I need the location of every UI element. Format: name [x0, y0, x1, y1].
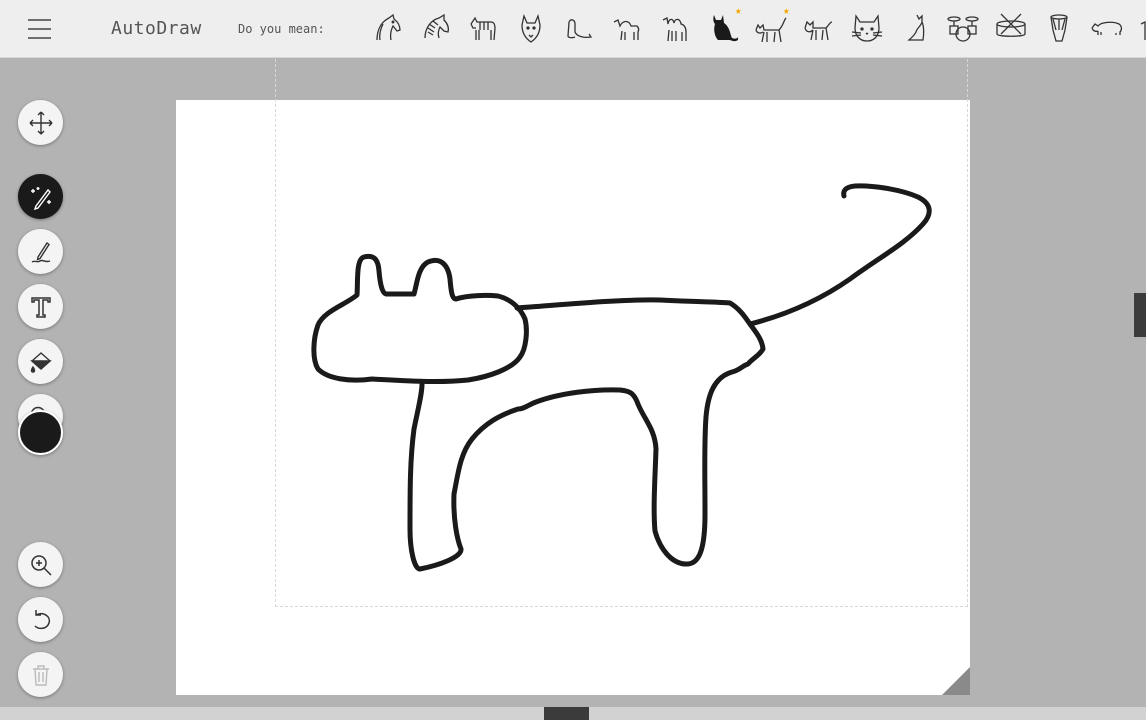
horizontal-scrollbar-thumb[interactable]	[544, 707, 589, 720]
autodraw-tool-icon[interactable]	[18, 174, 63, 219]
rhino-icon[interactable]	[1089, 10, 1125, 46]
drawing-paper[interactable]	[176, 100, 970, 695]
seal-icon[interactable]	[561, 10, 597, 46]
cat-outline-icon[interactable]	[801, 10, 837, 46]
zoom-in-icon[interactable]	[18, 542, 63, 587]
snare-drum-icon[interactable]	[993, 10, 1029, 46]
horse-head-icon[interactable]	[369, 10, 405, 46]
draw-tool-icon[interactable]	[18, 229, 63, 274]
color-picker-swatch[interactable]	[18, 410, 63, 455]
delete-icon[interactable]	[18, 652, 63, 697]
suggestions-label: Do you mean:	[238, 22, 325, 36]
canvas-area[interactable]	[0, 59, 1146, 707]
horizontal-scrollbar-track[interactable]	[0, 707, 1146, 720]
camel-icon[interactable]	[609, 10, 645, 46]
drum-kit-icon[interactable]	[945, 10, 981, 46]
hamburger-menu-icon[interactable]	[28, 19, 51, 39]
suggestion-strip: ★ ★	[352, 0, 1146, 58]
camel-two-hump-icon[interactable]	[657, 10, 693, 46]
cat-sitting-icon[interactable]	[897, 10, 933, 46]
type-tool-icon[interactable]	[18, 284, 63, 329]
move-tool-icon[interactable]	[18, 100, 63, 145]
djembe-drum-icon[interactable]	[1041, 10, 1077, 46]
zebra-head-icon[interactable]	[417, 10, 453, 46]
wolf-face-icon[interactable]	[513, 10, 549, 46]
vertical-scrollbar-thumb[interactable]	[1134, 293, 1146, 337]
partial-icon[interactable]	[1137, 10, 1146, 46]
cat-face-icon[interactable]	[849, 10, 885, 46]
zebra-icon[interactable]	[465, 10, 501, 46]
app-logo[interactable]: AutoDraw	[111, 18, 202, 39]
undo-icon[interactable]	[18, 597, 63, 642]
fill-tool-icon[interactable]	[18, 339, 63, 384]
featured-star-icon: ★	[735, 4, 742, 17]
top-bar: AutoDraw Do you mean: ★ ★	[0, 0, 1146, 58]
resize-corner-icon[interactable]	[942, 667, 970, 695]
featured-star-icon: ★	[783, 4, 790, 17]
